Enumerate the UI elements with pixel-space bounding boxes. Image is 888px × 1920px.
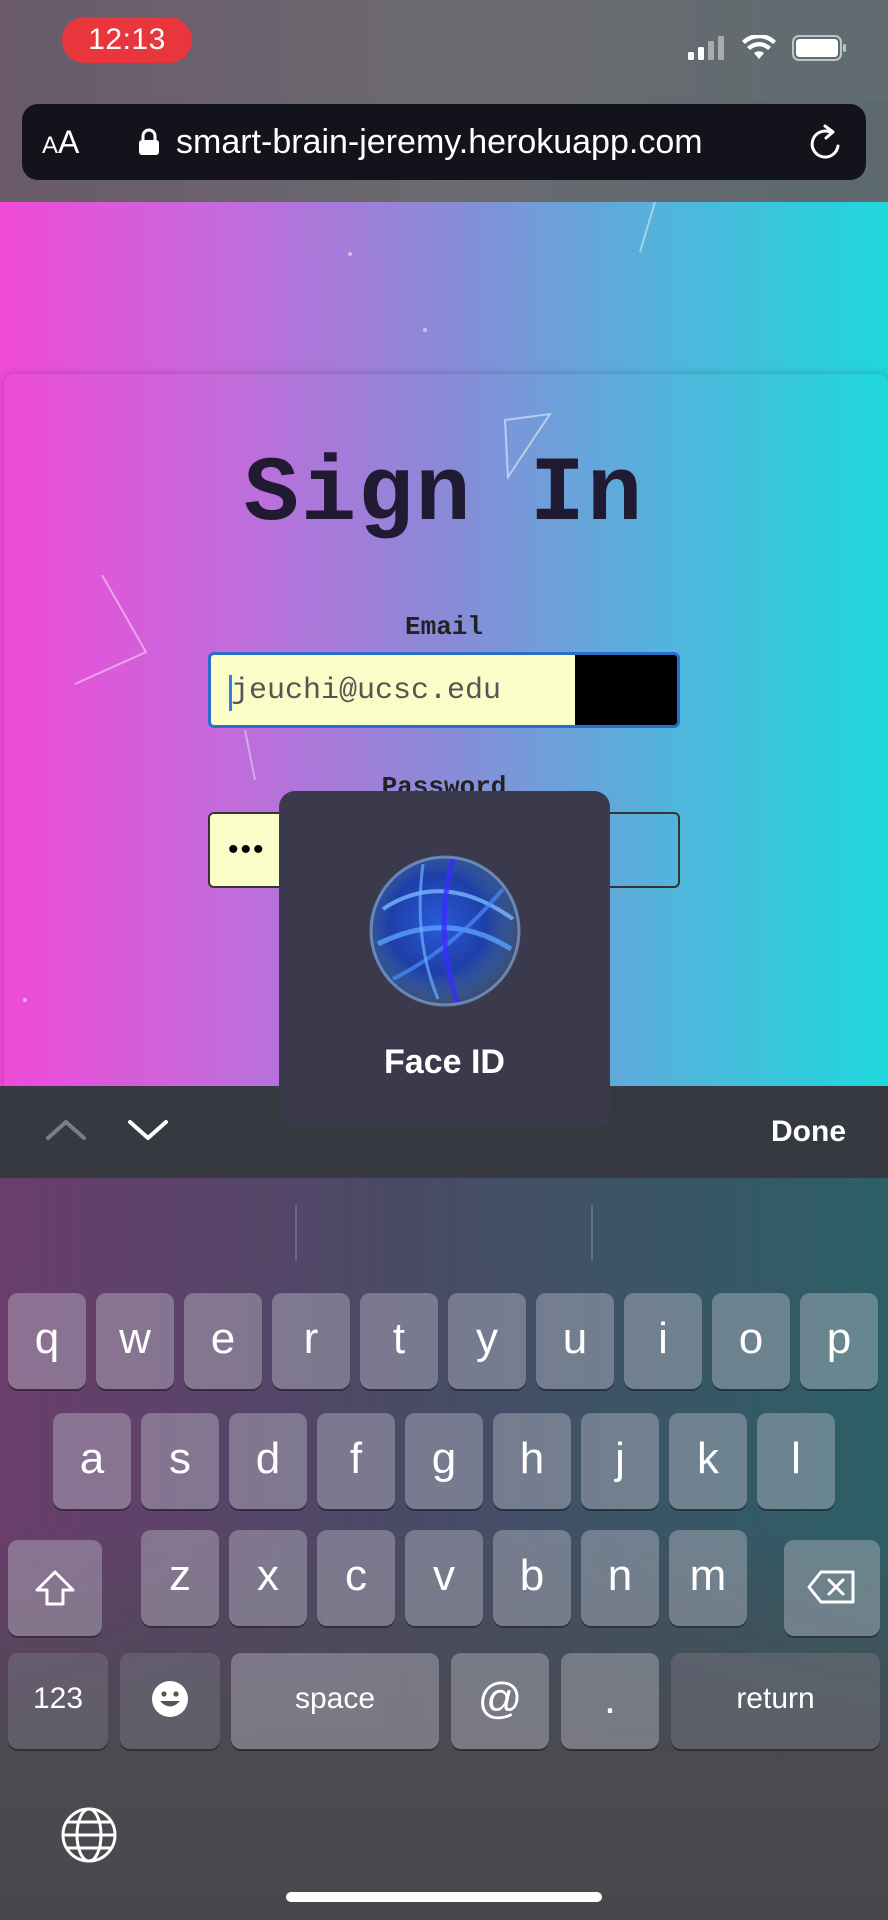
key[interactable]: l [757,1413,835,1509]
key[interactable]: j [581,1413,659,1509]
text-size-button[interactable]: AA [42,104,79,180]
status-bar: 12:13 [0,0,888,100]
face-id-label: Face ID [384,1043,505,1081]
key[interactable]: g [405,1413,483,1509]
key[interactable]: a [53,1413,131,1509]
done-button[interactable]: Done [771,1086,846,1178]
key[interactable]: n [581,1530,659,1626]
key[interactable]: y [448,1293,526,1389]
key[interactable]: q [8,1293,86,1389]
reload-icon[interactable] [808,124,844,162]
key[interactable]: z [141,1530,219,1626]
key[interactable]: r [272,1293,350,1389]
emoji-icon [152,1681,188,1717]
key[interactable]: o [712,1293,790,1389]
home-indicator[interactable] [286,1892,602,1902]
prediction-divider [295,1205,297,1261]
key[interactable]: w [96,1293,174,1389]
chevron-up-icon[interactable] [44,1110,88,1150]
return-key[interactable]: return [671,1653,880,1749]
key[interactable]: i [624,1293,702,1389]
text-caret [229,675,232,711]
browser-chrome: AA smart-brain-jeremy.herokuapp.com [0,100,888,202]
url-text[interactable]: smart-brain-jeremy.herokuapp.com [176,104,703,180]
key[interactable]: d [229,1413,307,1509]
battery-icon [792,35,846,61]
address-bar[interactable]: AA smart-brain-jeremy.herokuapp.com [22,104,866,180]
key[interactable]: x [229,1530,307,1626]
shift-key[interactable] [8,1540,102,1636]
face-id-icon [369,855,521,1007]
key[interactable]: t [360,1293,438,1389]
key[interactable]: f [317,1413,395,1509]
email-field[interactable]: jeuchi@ucsc.edu [208,652,680,728]
globe-icon[interactable] [60,1806,118,1864]
prediction-divider [591,1205,593,1261]
period-key[interactable]: . [561,1653,659,1749]
key[interactable]: p [800,1293,878,1389]
key[interactable]: s [141,1413,219,1509]
face-id-dialog: Face ID [279,791,610,1127]
backspace-key[interactable] [784,1540,880,1636]
status-icons [688,30,848,66]
email-value: jeuchi@ucsc.edu [231,674,502,708]
password-dots: ••• [228,833,266,866]
key[interactable]: v [405,1530,483,1626]
key[interactable]: k [669,1413,747,1509]
key[interactable]: b [493,1530,571,1626]
cellular-signal-icon [688,36,724,60]
shift-icon [35,1570,75,1606]
chevron-down-icon[interactable] [126,1110,170,1150]
key[interactable]: u [536,1293,614,1389]
key[interactable]: h [493,1413,571,1509]
emoji-key[interactable] [120,1653,220,1749]
email-label: Email [404,612,483,642]
status-time: 12:13 [62,17,192,63]
email-field-dark-section [575,655,677,725]
page-title: Sign In [243,442,645,547]
numbers-key[interactable]: 123 [8,1653,108,1749]
backspace-icon [807,1570,855,1604]
at-key[interactable]: @ [451,1653,549,1749]
space-key[interactable]: space [231,1653,439,1749]
wifi-icon [742,35,776,59]
key[interactable]: c [317,1530,395,1626]
key[interactable]: m [669,1530,747,1626]
lock-icon [139,128,159,155]
key[interactable]: e [184,1293,262,1389]
